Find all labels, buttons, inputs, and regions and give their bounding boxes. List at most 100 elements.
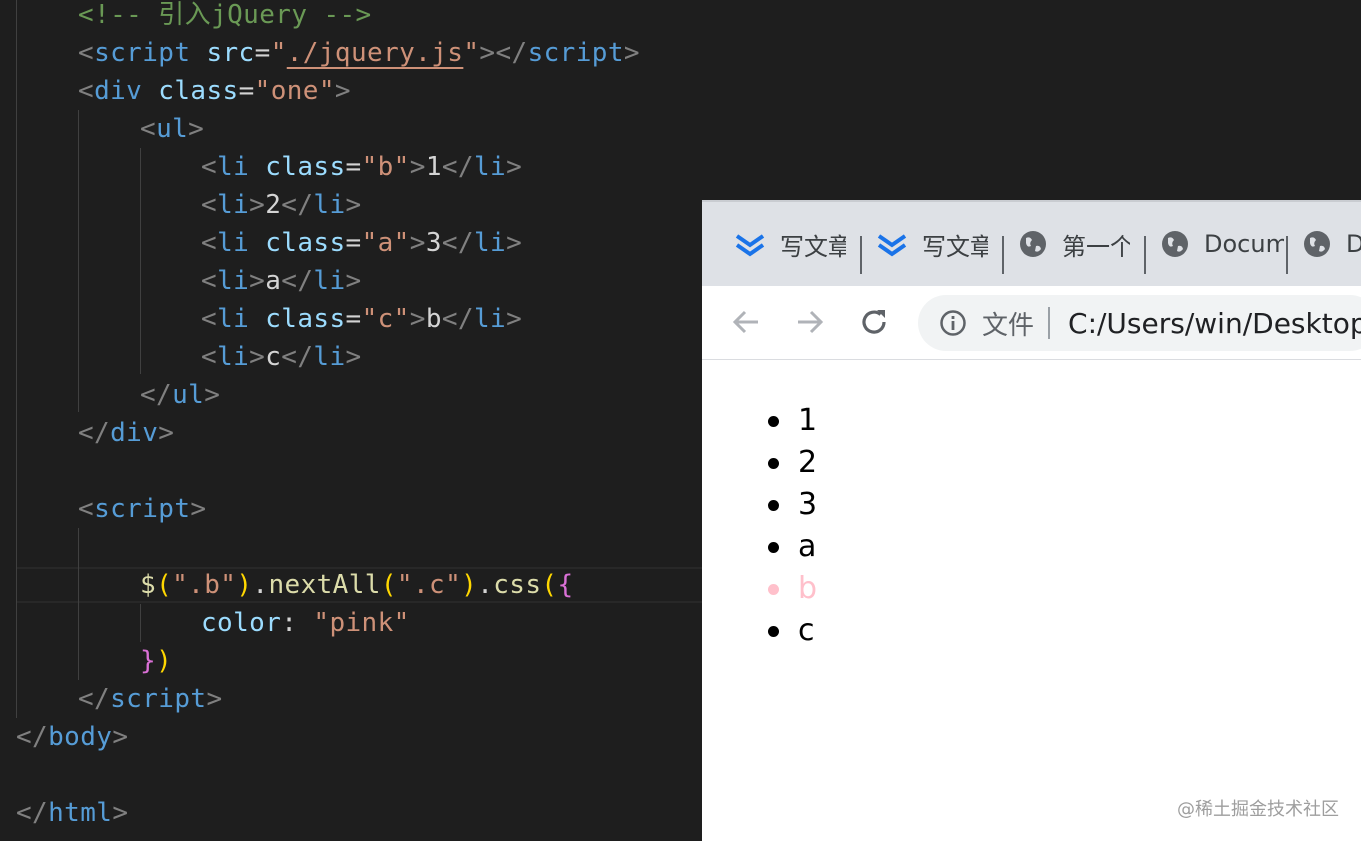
list-item: 1 (767, 400, 817, 442)
code-token: li (217, 266, 250, 296)
code-token: </ (140, 380, 173, 410)
code-token: div (110, 418, 159, 448)
code-line[interactable]: <li>c</li> (201, 338, 362, 376)
code-token: </ (16, 798, 49, 828)
code-token: li (217, 342, 250, 372)
code-token: > (190, 494, 207, 524)
code-token: li (473, 152, 507, 182)
code-token: 3 (425, 228, 442, 258)
code-token: " (463, 38, 480, 68)
code-line[interactable]: <li>2</li> (201, 186, 362, 224)
code-token: ul (156, 114, 189, 144)
code-line[interactable]: <div class="one"> (78, 72, 351, 110)
code-token: > (249, 190, 266, 220)
code-token: src (206, 38, 255, 68)
code-token: li (473, 304, 507, 334)
indent-guide (78, 110, 79, 412)
back-button[interactable] (728, 304, 764, 340)
code-line[interactable]: <li>a</li> (201, 262, 362, 300)
code-token: script (94, 38, 191, 68)
code-line[interactable]: }) (140, 642, 172, 680)
code-line[interactable]: <script> (78, 490, 206, 528)
code-token: > (409, 304, 426, 334)
code-token: < (201, 190, 218, 220)
code-token: li (313, 266, 346, 296)
code-token: ) (236, 570, 253, 600)
code-token: </ (78, 418, 111, 448)
code-token: ".c" (396, 570, 462, 600)
code-token: " (270, 38, 287, 68)
code-token: li (217, 228, 250, 258)
code-token: > (158, 418, 175, 448)
tab-label: 写文章 (780, 232, 846, 261)
tab-separator (1286, 236, 1288, 274)
code-line[interactable]: <!-- 引入jQuery --> (78, 0, 372, 34)
code-line[interactable]: </script> (78, 680, 223, 718)
browser-tab[interactable]: D (1302, 202, 1361, 286)
code-line[interactable]: <li class="c">b</li> (201, 300, 522, 338)
code-token: < (78, 76, 95, 106)
code-token: < (201, 228, 218, 258)
forward-button[interactable] (792, 304, 828, 340)
code-line[interactable]: <ul> (140, 110, 204, 148)
browser-tab[interactable]: 第一个 (1018, 202, 1130, 286)
code-token: <!-- 引入jQuery --> (78, 0, 372, 30)
browser-tab[interactable]: 写文章 (876, 202, 988, 286)
browser-tab[interactable]: Document (1160, 202, 1284, 286)
indent-guide (78, 528, 79, 680)
tab-label: 写文章 (922, 232, 988, 261)
code-token: > (334, 76, 351, 106)
code-token: li (217, 152, 250, 182)
globe-icon (1018, 228, 1048, 260)
code-token: { (557, 570, 574, 600)
list-item: b (767, 568, 817, 610)
watermark: @稀土掘金技术社区 (1177, 799, 1339, 820)
browser-tab[interactable]: 写文章 (734, 202, 846, 286)
code-token: script (94, 494, 191, 524)
code-line[interactable]: <li class="a">3</li> (201, 224, 522, 262)
code-token: < (201, 152, 218, 182)
code-line[interactable]: </body> (16, 718, 128, 756)
code-token: "c" (361, 304, 410, 334)
code-token: ) (461, 570, 478, 600)
code-line[interactable]: <li class="b">1</li> (201, 148, 522, 186)
browser-window: 写文章 写文章 第一个 Document D (702, 200, 1361, 841)
info-icon[interactable] (938, 308, 968, 338)
code-token: < (78, 38, 95, 68)
code-line[interactable]: </html> (16, 794, 128, 832)
code-token: </ (281, 266, 314, 296)
code-token: class (265, 304, 346, 334)
back-arrow-icon (732, 310, 758, 334)
code-line[interactable]: color: "pink" (201, 604, 410, 642)
globe-icon (1302, 228, 1332, 260)
code-line[interactable]: <script src="./jquery.js"></script> (78, 34, 640, 72)
code-line[interactable]: </div> (78, 414, 174, 452)
indent-guide (16, 0, 17, 718)
browser-toolbar: 文件 C:/Users/win/Desktop (702, 286, 1361, 360)
code-token: > (506, 228, 523, 258)
code-token: < (201, 342, 218, 372)
code-line[interactable]: $(".b").nextAll(".c").css({ (140, 566, 574, 604)
code-token: script (110, 684, 207, 714)
code-token: > (112, 722, 129, 752)
code-token: </ (441, 304, 474, 334)
code-token: 1 (425, 152, 442, 182)
code-token: li (313, 342, 346, 372)
code-token: </ (441, 152, 474, 182)
code-line[interactable]: </ul> (140, 376, 220, 414)
code-token: </ (281, 190, 314, 220)
url-text[interactable]: C:/Users/win/Desktop (1068, 307, 1361, 340)
code-token: > (506, 152, 523, 182)
code-token: class (265, 152, 346, 182)
code-token: = (345, 304, 362, 334)
code-token: ( (156, 570, 173, 600)
code-token: > (345, 266, 362, 296)
code-token: . (252, 570, 269, 600)
reload-button[interactable] (856, 304, 892, 340)
csdn-chevron-icon (734, 228, 766, 260)
address-bar[interactable]: 文件 C:/Users/win/Desktop (918, 295, 1361, 351)
csdn-chevron-icon (876, 228, 908, 260)
